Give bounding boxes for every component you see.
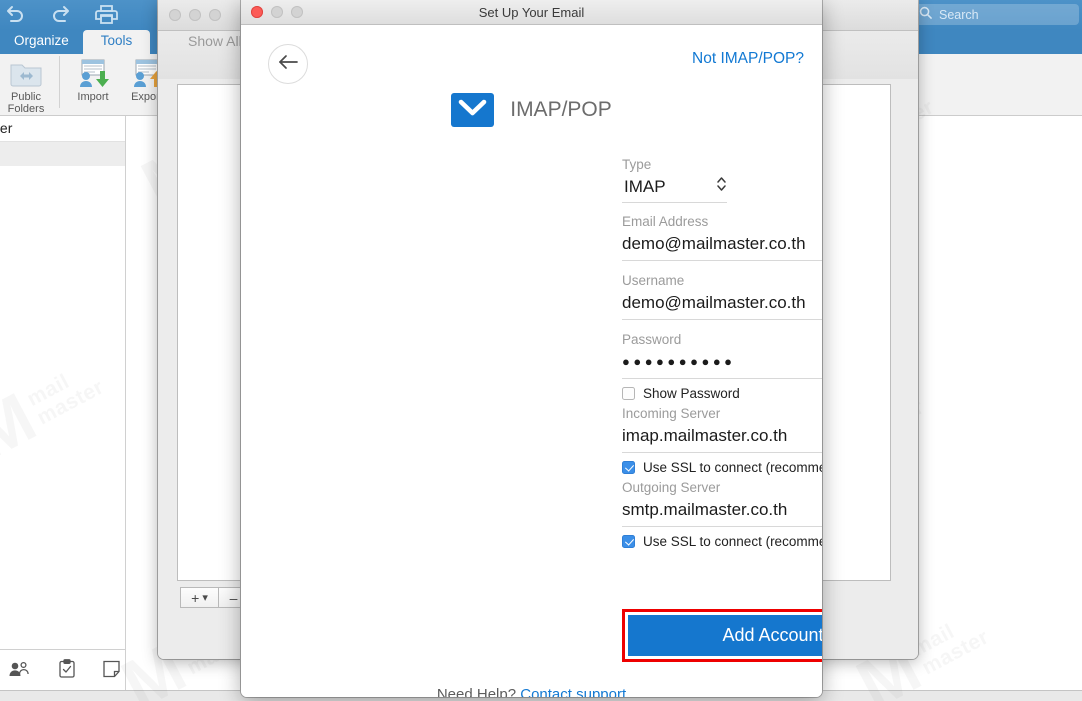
incoming-labels: Incoming Server Port <box>622 405 822 423</box>
minus-icon: – <box>230 590 238 606</box>
back-button[interactable] <box>268 44 308 84</box>
sidebar-item-junk[interactable]: nk <box>0 238 125 262</box>
label-incoming-server: Incoming Server <box>622 405 720 423</box>
chevron-down-icon: ▾ <box>202 591 208 604</box>
search-field[interactable]: Search <box>911 4 1079 25</box>
incoming-ssl-checkbox[interactable] <box>622 461 635 474</box>
label-email: Email Address <box>622 213 822 231</box>
show-password-label: Show Password <box>643 386 740 401</box>
sidebar-item-drafts[interactable]: afts <box>0 166 125 190</box>
incoming-underline <box>622 452 822 453</box>
show-all-button[interactable]: Show All <box>188 33 242 49</box>
username-underline <box>622 319 822 320</box>
import-icon <box>75 57 111 91</box>
setup-email-dialog: Set Up Your Email Not IMAP/POP? <box>241 0 822 697</box>
stepper-icon <box>716 175 727 198</box>
add-account-button[interactable]: + ▾ <box>180 587 218 608</box>
field-type: Type IMAP <box>622 156 822 203</box>
sidebar-header-on-my-computer: omputer <box>0 116 125 142</box>
field-password: Password ●●●●●●●●●● <box>622 331 822 379</box>
envelope-icon <box>451 93 494 127</box>
search-icon <box>919 6 932 24</box>
outgoing-values: smtp.mailmaster.co.th 587 <box>622 497 822 522</box>
notes-icon[interactable] <box>103 660 120 681</box>
undo-icon[interactable] <box>3 3 27 25</box>
dialog-logo: IMAP/POP <box>241 93 822 127</box>
accounts-button-bar: + ▾ – <box>180 587 249 608</box>
screen: Search Organize Tools t of fice <box>0 0 1082 701</box>
mail-sidebar: omputer box afts nt ash nk <box>0 116 126 690</box>
incoming-ssl-row[interactable]: Use SSL to connect (recommended) <box>622 453 822 477</box>
label-password: Password <box>622 331 822 349</box>
contacts-icon[interactable] <box>9 661 31 680</box>
ribbon-item-public-folders[interactable]: Public Folders <box>0 54 53 115</box>
dialog-logo-label: IMAP/POP <box>510 98 612 122</box>
label-username: Username <box>622 272 822 290</box>
add-account-submit-button[interactable]: Add Account <box>628 615 822 656</box>
help-row: Need Help? Contact support <box>241 686 822 697</box>
show-password-row[interactable]: Show Password <box>622 379 822 403</box>
search-placeholder: Search <box>939 8 979 22</box>
need-help-text: Need Help? <box>437 686 516 697</box>
field-email: Email Address demo@mailmaster.co.th <box>622 213 822 261</box>
sidebar-item-inbox[interactable]: box <box>0 142 125 166</box>
ribbon-divider <box>59 56 60 108</box>
field-incoming-server: Incoming Server Port imap.mailmaster.co.… <box>622 405 822 453</box>
print-icon[interactable] <box>95 3 119 25</box>
field-username: Username demo@mailmaster.co.th <box>622 272 822 320</box>
outgoing-ssl-label: Use SSL to connect (recommended) <box>643 534 822 549</box>
add-account-highlight: Add Account <box>622 609 822 662</box>
back-arrow-icon <box>278 53 298 76</box>
type-underline <box>622 202 727 203</box>
show-password-checkbox[interactable] <box>622 387 635 400</box>
label-type: Type <box>622 156 822 174</box>
sidebar-item-sent[interactable]: nt <box>0 190 125 214</box>
ribbon-item-import[interactable]: Import <box>66 54 120 103</box>
dialog-body: Not IMAP/POP? IMAP/POP Type IMAP <box>241 25 822 697</box>
type-select[interactable]: IMAP <box>622 174 727 199</box>
contact-support-link[interactable]: Contact support <box>520 686 626 697</box>
redo-icon[interactable] <box>49 3 73 25</box>
close-button-inactive[interactable] <box>169 9 181 21</box>
sidebar-footer <box>0 649 125 690</box>
username-input[interactable]: demo@mailmaster.co.th <box>622 290 822 315</box>
email-input[interactable]: demo@mailmaster.co.th <box>622 231 822 256</box>
sidebar-spacer <box>0 262 125 649</box>
label-outgoing-server: Outgoing Server <box>622 479 720 497</box>
dialog-titlebar: Set Up Your Email <box>241 0 822 25</box>
sidebar-item-trash[interactable]: ash <box>0 214 125 238</box>
not-imap-pop-link[interactable]: Not IMAP/POP? <box>692 50 804 68</box>
tab-tools[interactable]: Tools <box>83 30 151 54</box>
outgoing-labels: Outgoing Server Port <box>622 479 822 497</box>
incoming-values: imap.mailmaster.co.th 993 <box>622 423 822 448</box>
outgoing-ssl-row[interactable]: Use SSL to connect (recommended) <box>622 527 822 551</box>
ribbon-label-public-folders: Public Folders <box>8 91 45 115</box>
zoom-button-inactive[interactable] <box>209 9 221 21</box>
incoming-ssl-label: Use SSL to connect (recommended) <box>643 460 822 475</box>
outgoing-server-input[interactable]: smtp.mailmaster.co.th <box>622 497 787 522</box>
type-select-value: IMAP <box>622 174 666 199</box>
outgoing-underline <box>622 526 822 527</box>
email-underline <box>622 260 822 261</box>
field-outgoing-server: Outgoing Server Port smtp.mailmaster.co.… <box>622 479 822 527</box>
tab-organize[interactable]: Organize <box>0 30 83 54</box>
mail-app-quick-toolbar <box>3 3 119 25</box>
password-underline <box>622 378 822 379</box>
outgoing-ssl-checkbox[interactable] <box>622 535 635 548</box>
password-input[interactable]: ●●●●●●●●●● <box>622 349 822 374</box>
incoming-server-input[interactable]: imap.mailmaster.co.th <box>622 423 787 448</box>
ribbon-label-import: Import <box>77 91 108 103</box>
dialog-title: Set Up Your Email <box>241 5 822 20</box>
imap-setup-form: Type IMAP Email Address <box>622 156 822 551</box>
public-folders-icon <box>9 57 43 91</box>
plus-icon: + <box>191 590 199 606</box>
minimize-button-inactive[interactable] <box>189 9 201 21</box>
tasks-icon[interactable] <box>59 659 75 681</box>
